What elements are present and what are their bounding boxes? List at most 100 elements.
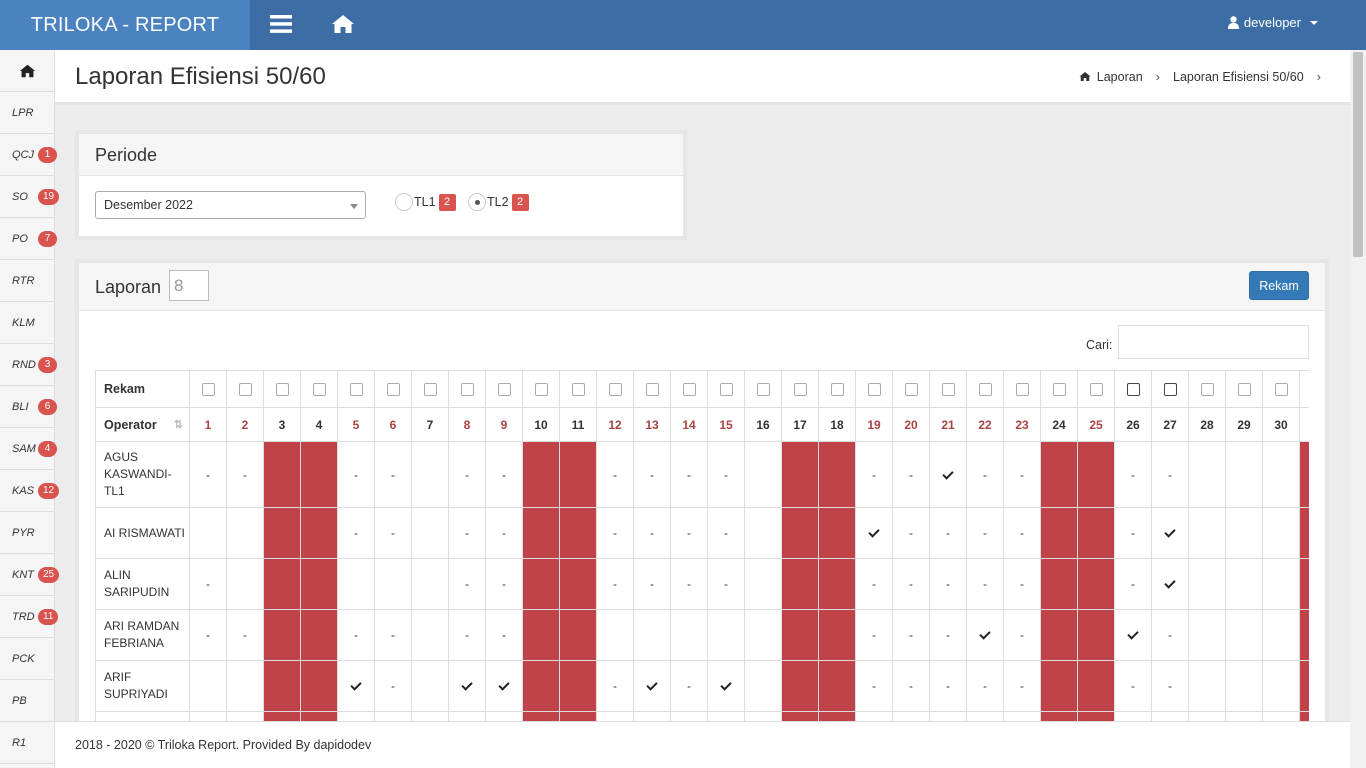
day-cell xyxy=(1225,441,1263,508)
rekam-cell xyxy=(929,370,967,408)
holiday-cell xyxy=(559,558,597,610)
rekam-checkbox-day-21[interactable] xyxy=(941,382,955,396)
scrollbar-thumb[interactable] xyxy=(1353,52,1363,257)
rekam-row-label: Rekam xyxy=(95,370,190,408)
table-row: AGUS KASWANDI-TL1- - - - - - - - - - - - - - - - xyxy=(95,441,1309,508)
rekam-checkbox-day-19[interactable] xyxy=(867,382,881,396)
rekam-checkbox-day-3[interactable] xyxy=(275,382,289,396)
day-cell: - xyxy=(929,507,967,559)
radio-tl1[interactable]: TL1 2 xyxy=(395,193,456,211)
rekam-checkbox-day-1[interactable] xyxy=(201,382,215,396)
rekam-cell xyxy=(855,370,893,408)
rekam-checkbox-day-20[interactable] xyxy=(904,382,918,396)
day-cell: - xyxy=(670,507,708,559)
sidebar-item-pb[interactable]: PB xyxy=(0,680,54,722)
rekam-checkbox-day-25[interactable] xyxy=(1089,382,1103,396)
operator-name: AGUS KASWANDI-TL1 xyxy=(95,441,190,508)
rekam-checkbox-day-23[interactable] xyxy=(1015,382,1029,396)
rekam-checkbox-day-13[interactable] xyxy=(645,382,659,396)
breadcrumb-item-current[interactable]: Laporan Efisiensi 50/60 xyxy=(1173,70,1304,84)
day-cell xyxy=(1188,507,1226,559)
sidebar-item-rtr[interactable]: RTR xyxy=(0,260,54,302)
rekam-checkbox-day-28[interactable] xyxy=(1200,382,1214,396)
day-cell xyxy=(1188,558,1226,610)
sidebar-item-pck[interactable]: PCK xyxy=(0,638,54,680)
breadcrumb-item-laporan[interactable]: Laporan xyxy=(1097,70,1143,84)
rekam-checkbox-day-29[interactable] xyxy=(1237,382,1251,396)
holiday-cell xyxy=(300,507,338,559)
rekam-checkbox-day-30[interactable] xyxy=(1274,382,1288,396)
rekam-checkbox-day-26[interactable] xyxy=(1126,382,1140,396)
holiday-cell xyxy=(818,660,856,712)
rekam-checkbox-day-18[interactable] xyxy=(830,382,844,396)
sidebar-item-so[interactable]: SO 19 xyxy=(0,176,60,218)
rekam-checkbox-day-11[interactable] xyxy=(571,382,585,396)
sidebar-item-rnd[interactable]: RND 3 xyxy=(0,344,57,386)
rekam-checkbox-day-24[interactable] xyxy=(1052,382,1066,396)
page-scrollbar[interactable] xyxy=(1350,50,1366,768)
radio-button-tl1[interactable] xyxy=(395,193,413,211)
rekam-checkbox-day-14[interactable] xyxy=(682,382,696,396)
sidebar-item-qcj[interactable]: QCJ 1 xyxy=(0,134,57,176)
day-cell: - xyxy=(707,558,745,610)
brand-logo[interactable]: TRILOKA - REPORT xyxy=(0,0,250,50)
rekam-cell xyxy=(1003,370,1041,408)
radio-button-tl2[interactable] xyxy=(468,193,486,211)
rekam-checkbox-day-27[interactable] xyxy=(1163,382,1177,396)
rekam-checkbox-day-2[interactable] xyxy=(238,382,252,396)
laporan-count-input[interactable]: 8 xyxy=(169,270,209,301)
sidebar-item-knt[interactable]: KNT 25 xyxy=(0,554,60,596)
sidebar-item-kas[interactable]: KAS 12 xyxy=(0,470,60,512)
rekam-cell xyxy=(781,370,819,408)
sidebar-item-home[interactable] xyxy=(0,50,54,92)
holiday-cell xyxy=(1299,660,1309,712)
column-header-day-23: 23 xyxy=(1003,407,1041,442)
holiday-cell xyxy=(522,558,560,610)
periode-select[interactable]: Desember 2022 xyxy=(95,191,366,219)
sidebar-item-trd[interactable]: TRD 11 xyxy=(0,596,59,638)
holiday-cell xyxy=(1299,558,1309,610)
column-header-day-9: 9 xyxy=(485,407,523,442)
sidebar-item-sam[interactable]: SAM 4 xyxy=(0,428,57,470)
home-icon[interactable] xyxy=(329,11,357,37)
rekam-checkbox-day-12[interactable] xyxy=(608,382,622,396)
rekam-checkbox-day-10[interactable] xyxy=(534,382,548,396)
rekam-checkbox-day-7[interactable] xyxy=(423,382,437,396)
sidebar-item-pyr[interactable]: PYR xyxy=(0,512,54,554)
rekam-checkbox-day-16[interactable] xyxy=(756,382,770,396)
rekam-checkbox-day-6[interactable] xyxy=(386,382,400,396)
column-header-day-30: 30 xyxy=(1262,407,1300,442)
home-icon xyxy=(19,64,35,77)
table-row: ARI RAMDAN FEBRIANA - - - - - - - - - - - xyxy=(95,609,1309,661)
sidebar-item-bli[interactable]: BLI 6 xyxy=(0,386,57,428)
holiday-cell xyxy=(559,660,597,712)
day-cell: - xyxy=(929,609,967,661)
rekam-checkbox-day-8[interactable] xyxy=(460,382,474,396)
rekam-checkbox-day-15[interactable] xyxy=(719,382,733,396)
chevron-right-icon: › xyxy=(1316,69,1321,84)
hamburger-menu-icon[interactable] xyxy=(267,11,295,37)
rekam-checkbox-day-22[interactable] xyxy=(978,382,992,396)
rekam-button[interactable]: Rekam xyxy=(1249,271,1309,300)
column-header-operator[interactable]: Operator ⇅ xyxy=(95,407,190,442)
sort-icon[interactable]: ⇅ xyxy=(174,418,183,431)
periode-panel: Periode Desember 2022 TL1 2 TL2 2 xyxy=(75,130,687,240)
sidebar-item-lpr[interactable]: LPR xyxy=(0,92,54,134)
checkmark-icon xyxy=(1151,558,1189,610)
rekam-cell xyxy=(1151,370,1189,408)
holiday-cell xyxy=(1077,609,1115,661)
sidebar-item-klm[interactable]: KLM xyxy=(0,302,54,344)
sidebar-item-po[interactable]: PO 7 xyxy=(0,218,57,260)
sidebar-item-r1[interactable]: R1 xyxy=(0,722,54,764)
holiday-cell xyxy=(818,558,856,610)
holiday-cell xyxy=(781,660,819,712)
holiday-cell xyxy=(522,441,560,508)
radio-tl2[interactable]: TL2 2 xyxy=(468,193,529,211)
search-input[interactable] xyxy=(1118,325,1309,359)
rekam-checkbox-day-5[interactable] xyxy=(349,382,363,396)
rekam-checkbox-day-4[interactable] xyxy=(312,382,326,396)
rekam-checkbox-day-9[interactable] xyxy=(497,382,511,396)
rekam-checkbox-day-17[interactable] xyxy=(793,382,807,396)
column-header-overflow xyxy=(1299,407,1309,442)
user-menu[interactable]: developer xyxy=(1227,15,1318,30)
